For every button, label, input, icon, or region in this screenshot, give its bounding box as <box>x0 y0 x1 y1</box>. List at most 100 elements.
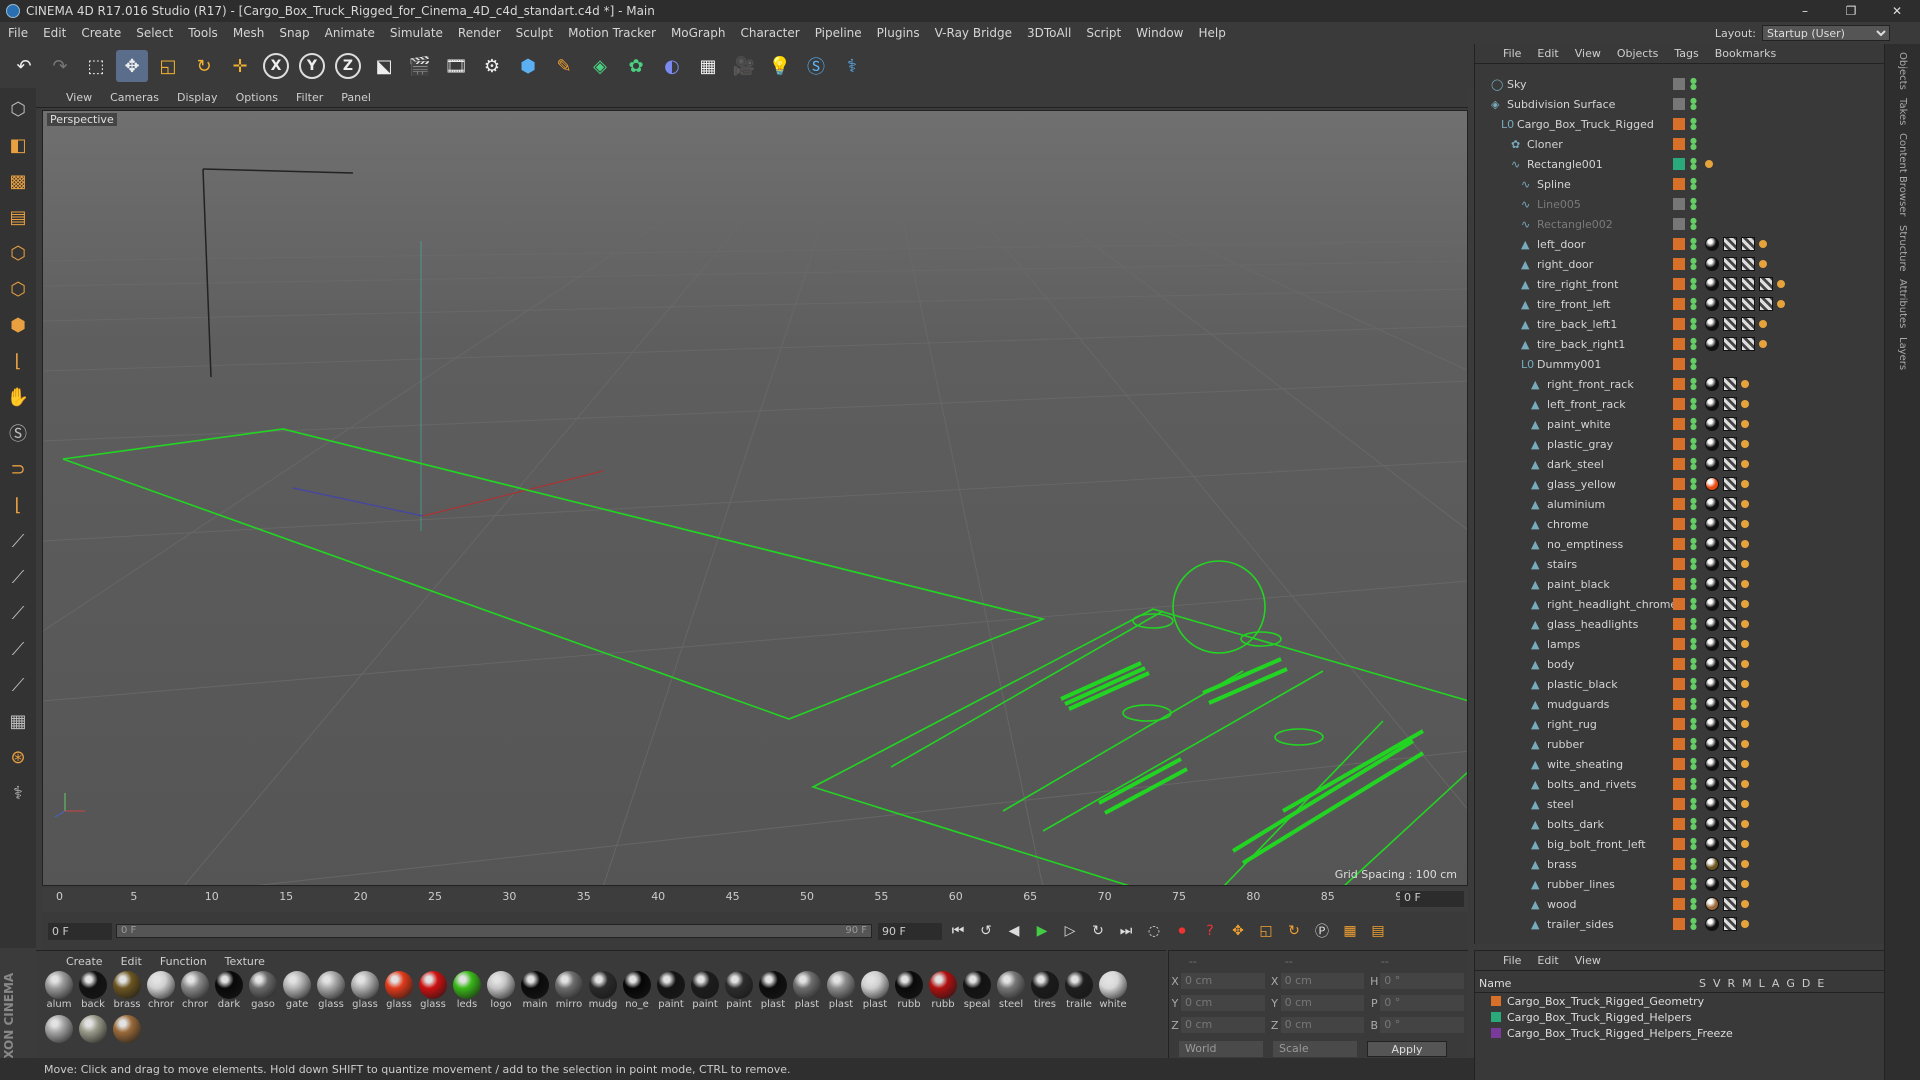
lock-z-icon[interactable]: ⟋ <box>3 598 33 628</box>
menu-item-create[interactable]: Create <box>81 26 121 40</box>
texture-mode-icon[interactable]: ▩ <box>3 166 33 196</box>
phong-tag-icon[interactable] <box>1759 260 1767 268</box>
object-row[interactable]: ▲ left_front_rack ● ● <box>1475 394 1885 414</box>
material-tag-icon[interactable] <box>1705 817 1719 831</box>
go-to-end-icon[interactable]: ⏭ <box>1114 919 1138 943</box>
material-swatch[interactable]: main <box>518 971 552 1015</box>
snap-icon[interactable]: Ⓢ <box>3 418 33 448</box>
workplane-axis-icon[interactable]: ⌊ <box>3 490 33 520</box>
object-row[interactable]: ▲ right_rug ● ● <box>1475 714 1885 734</box>
keyframe-selection-icon[interactable]: ? <box>1198 919 1222 943</box>
material-tag-icon[interactable] <box>1705 857 1719 871</box>
menu-item-tools[interactable]: Tools <box>188 26 218 40</box>
phong-tag-icon[interactable] <box>1741 680 1749 688</box>
material-swatch[interactable]: plast <box>824 971 858 1015</box>
texture-tag-icon[interactable] <box>1723 277 1737 291</box>
object-row[interactable]: ▲ stairs ● ● <box>1475 554 1885 574</box>
timeline-window-icon[interactable]: ▤ <box>1366 919 1390 943</box>
layer-color-tag[interactable] <box>1673 178 1685 190</box>
visibility-dots[interactable]: ● ● <box>1690 537 1697 551</box>
texture-tag-icon[interactable] <box>1741 257 1755 271</box>
visibility-dots[interactable]: ● ● <box>1690 717 1697 731</box>
solo-icon[interactable]: ⊛ <box>3 742 33 772</box>
object-row[interactable]: L0 Dummy001 ● ● <box>1475 354 1885 374</box>
phong-tag-icon[interactable] <box>1777 280 1785 288</box>
material-tag-icon[interactable] <box>1705 377 1719 391</box>
texture-tag-icon[interactable] <box>1723 517 1737 531</box>
coord-position-field[interactable]: 0 cm <box>1180 973 1265 989</box>
tab-takes[interactable]: Takes <box>1897 98 1908 125</box>
start-frame-field[interactable]: 0 F <box>48 922 112 940</box>
coord-rotation-field[interactable]: 0 ° <box>1380 995 1464 1011</box>
close-button[interactable]: ✕ <box>1874 0 1920 22</box>
material-tag-icon[interactable] <box>1705 337 1719 351</box>
deformer-icon[interactable]: ◐ <box>656 50 688 82</box>
material-swatch[interactable]: dark <box>212 971 246 1015</box>
material-swatch[interactable]: logo <box>484 971 518 1015</box>
texture-tag-icon[interactable] <box>1723 417 1737 431</box>
menu-item-motion-tracker[interactable]: Motion Tracker <box>568 26 656 40</box>
object-row[interactable]: ▲ right_door ● ● <box>1475 254 1885 274</box>
material-tag-icon[interactable] <box>1705 877 1719 891</box>
material-tag-icon[interactable] <box>1705 437 1719 451</box>
menu-item-file[interactable]: File <box>8 26 28 40</box>
object-row[interactable]: ▲ wite_sheating ● ● <box>1475 754 1885 774</box>
layer-color-tag[interactable] <box>1673 318 1685 330</box>
object-menu-bookmarks[interactable]: Bookmarks <box>1715 47 1776 60</box>
layer-menu-view[interactable]: View <box>1575 954 1601 967</box>
object-row[interactable]: ▲ body ● ● <box>1475 654 1885 674</box>
material-swatch[interactable]: speal <box>960 971 994 1015</box>
object-row[interactable]: ◈ Subdivision Surface ● ● <box>1475 94 1885 114</box>
texture-tag-icon[interactable] <box>1723 897 1737 911</box>
python-icon[interactable]: ⚕ <box>836 50 868 82</box>
material-tag-icon[interactable] <box>1705 737 1719 751</box>
layer-color-tag[interactable] <box>1673 98 1685 110</box>
visibility-dots[interactable]: ● ● <box>1690 757 1697 771</box>
object-row[interactable]: ▲ tire_right_front ● ● <box>1475 274 1885 294</box>
previous-keyframe-icon[interactable]: ↺ <box>974 919 998 943</box>
visibility-dots[interactable]: ● ● <box>1690 857 1697 871</box>
visibility-dots[interactable]: ● ● <box>1690 897 1697 911</box>
material-tag-icon[interactable] <box>1705 637 1719 651</box>
object-row[interactable]: ◯ Sky ● ● <box>1475 74 1885 94</box>
phong-tag-icon[interactable] <box>1741 540 1749 548</box>
material-tag-icon[interactable] <box>1705 397 1719 411</box>
material-swatch[interactable]: gate <box>280 971 314 1015</box>
phong-tag-icon[interactable] <box>1741 580 1749 588</box>
layer-menu-edit[interactable]: Edit <box>1537 954 1558 967</box>
object-row[interactable]: ▲ no_emptiness ● ● <box>1475 534 1885 554</box>
texture-tag-icon[interactable] <box>1723 797 1737 811</box>
layer-color-tag[interactable] <box>1673 638 1685 650</box>
texture-tag-icon[interactable] <box>1723 817 1737 831</box>
visibility-dots[interactable]: ● ● <box>1690 197 1697 211</box>
axis-mode-icon[interactable]: ⌊ <box>3 346 33 376</box>
material-menu-create[interactable]: Create <box>66 955 103 968</box>
record-rotation-icon[interactable]: ↻ <box>1282 919 1306 943</box>
camera-icon[interactable]: 🎥 <box>728 50 760 82</box>
material-tag-icon[interactable] <box>1705 577 1719 591</box>
object-menu-tags[interactable]: Tags <box>1674 47 1698 60</box>
layer-color-tag[interactable] <box>1673 338 1685 350</box>
phong-tag-icon[interactable] <box>1741 920 1749 928</box>
texture-tag-icon[interactable] <box>1723 397 1737 411</box>
layout-dropdown[interactable]: Startup (User) <box>1762 25 1890 41</box>
phong-tag-icon[interactable] <box>1741 400 1749 408</box>
layer-color-tag[interactable] <box>1673 838 1685 850</box>
material-swatch[interactable]: steel <box>994 971 1028 1015</box>
magnet-icon[interactable]: ⊃ <box>3 454 33 484</box>
visibility-dots[interactable]: ● ● <box>1690 257 1697 271</box>
object-row[interactable]: ▲ paint_black ● ● <box>1475 574 1885 594</box>
material-swatch[interactable]: mirro <box>552 971 586 1015</box>
texture-tag-icon[interactable] <box>1741 297 1755 311</box>
tab-attributes[interactable]: Attributes <box>1897 279 1908 328</box>
layer-color-tag[interactable] <box>1673 758 1685 770</box>
layer-color-tag[interactable] <box>1673 658 1685 670</box>
texture-tag-icon[interactable] <box>1723 477 1737 491</box>
tab-layers[interactable]: Layers <box>1897 337 1908 370</box>
viewport-menu-display[interactable]: Display <box>177 91 218 104</box>
phong-tag-icon[interactable] <box>1741 600 1749 608</box>
visibility-dots[interactable]: ● ● <box>1690 737 1697 751</box>
layer-color-swatch[interactable] <box>1491 996 1501 1006</box>
go-to-start-icon[interactable]: ⏮ <box>946 919 970 943</box>
timeline-current-frame[interactable]: 0 F <box>1400 891 1464 907</box>
